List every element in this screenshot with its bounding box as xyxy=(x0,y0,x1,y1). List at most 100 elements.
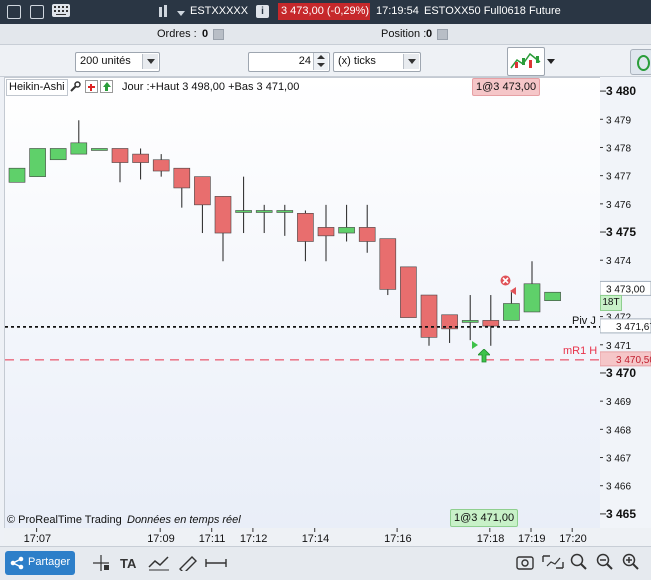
bars-count-badge: 18T xyxy=(600,295,622,311)
instrument-bars-icon[interactable] xyxy=(158,5,170,19)
chart-type-dropdown[interactable] xyxy=(545,53,557,71)
price-tick-label: 3 476 xyxy=(606,200,631,211)
text-tool-icon[interactable]: TA xyxy=(120,555,140,571)
candle-body xyxy=(132,153,149,163)
units-select-value: 200 unités xyxy=(80,55,131,67)
orders-value: 0 xyxy=(202,28,209,40)
order-toolbar: 200 unités 24 (x) ticks xyxy=(0,45,651,77)
candle-body xyxy=(544,291,561,301)
price-chart[interactable]: Heikin-Ashi Jour :+Haut 3 498,00 +Bas 3 … xyxy=(4,77,602,530)
time-tick-label: 17:07 xyxy=(24,533,52,545)
arrow-up-icon[interactable] xyxy=(100,80,113,93)
price-tick-label: 3 479 xyxy=(606,115,631,126)
spacing-icon[interactable] xyxy=(205,555,227,571)
time-tick-label: 17:20 xyxy=(559,533,587,545)
ticks-unit-select[interactable]: (x) ticks xyxy=(333,52,421,72)
restore-icon[interactable] xyxy=(30,5,44,19)
candle-body xyxy=(523,283,541,313)
window-icon[interactable] xyxy=(7,5,21,19)
chart-type-button[interactable] xyxy=(507,47,545,76)
candle-body xyxy=(111,148,129,163)
instrument-name[interactable]: ESTXXXXX xyxy=(190,5,248,17)
price-tick-label: 3 468 xyxy=(606,425,631,436)
time-tick-label: 17:11 xyxy=(199,533,226,545)
time-scale-axis: 17:07 17:09 17:11 17:12 17:14 17:16 17:18 17:19… xyxy=(24,528,587,545)
wrench-icon[interactable] xyxy=(69,81,81,93)
candle-body xyxy=(379,238,397,290)
chart-style-box[interactable]: Heikin-Ashi xyxy=(6,79,68,96)
ticks-unit-value: (x) ticks xyxy=(338,55,376,67)
candle-body xyxy=(338,227,355,234)
pivot-price-label: 3 471,67 xyxy=(616,322,651,333)
units-select[interactable]: 200 unités xyxy=(75,52,160,72)
time-tick-label: 17:12 xyxy=(240,533,268,545)
candle-body xyxy=(420,294,438,338)
clock-time: 17:19:54 xyxy=(376,5,419,17)
price-tick-label: 3 469 xyxy=(606,397,631,408)
orders-close-icon[interactable] xyxy=(213,29,224,40)
price-tick-label: 3 477 xyxy=(606,172,631,183)
sell-order-label[interactable]: 1@3 473,00 xyxy=(472,78,541,96)
price-tick-label: 3 475 xyxy=(606,225,636,239)
price-tick-label: 3 466 xyxy=(606,482,631,493)
keyboard-icon[interactable] xyxy=(52,4,70,17)
crosshair-icon[interactable] xyxy=(92,555,110,571)
app-logo-icon[interactable] xyxy=(630,49,651,75)
chevron-down-icon[interactable] xyxy=(142,54,158,69)
title-bar: ESTXXXXX i 3 473,00 (-0,29%) 17:19:54 ES… xyxy=(0,0,651,24)
info-icon[interactable]: i xyxy=(256,5,269,18)
time-tick-label: 17:14 xyxy=(302,533,330,545)
price-tick-label: 3 474 xyxy=(606,256,631,267)
candlestick-chart[interactable] xyxy=(5,78,601,529)
share-label: Partager xyxy=(28,556,71,568)
stepper-arrows-icon[interactable] xyxy=(313,53,328,70)
chevron-down-icon[interactable] xyxy=(403,54,419,69)
zoom-in-icon[interactable] xyxy=(622,553,640,571)
buy-order-label[interactable]: 1@3 471,00 xyxy=(450,509,519,527)
contract-name: ESTOXX50 Full0618 Future xyxy=(424,5,561,17)
price-tick-label: 3 478 xyxy=(606,143,631,154)
time-tick-label: 17:16 xyxy=(384,533,412,545)
order-info-bar: Ordres : 0 Position : 0 xyxy=(0,24,651,45)
candle-body xyxy=(461,320,479,323)
buy-arrow-icon[interactable] xyxy=(477,348,491,363)
candle-body xyxy=(29,148,46,177)
small-green-arrow-icon xyxy=(472,340,478,349)
copyright-text: © ProRealTime Trading xyxy=(7,514,122,526)
time-tick-label: 17:09 xyxy=(147,533,175,545)
drawing-tools-icon[interactable] xyxy=(178,555,198,571)
candle-body xyxy=(235,210,252,213)
share-button[interactable]: Partager xyxy=(5,551,75,575)
ticks-stepper[interactable]: 24 xyxy=(248,52,330,72)
add-indicator-icon[interactable] xyxy=(85,80,98,93)
candle-body xyxy=(482,320,500,327)
candle-body xyxy=(91,148,108,151)
ticks-stepper-value: 24 xyxy=(298,55,311,67)
bottom-toolbar: Partager TA xyxy=(0,546,651,580)
price-change-badge: 3 473,00 (-0,29%) xyxy=(278,3,370,20)
day-high-low: Jour :+Haut 3 498,00 +Bas 3 471,00 xyxy=(122,81,300,93)
price-tick-label: 3 465 xyxy=(606,507,636,521)
chevron-down-icon[interactable] xyxy=(177,11,185,16)
camera-icon[interactable] xyxy=(516,553,534,571)
small-red-arrow-icon xyxy=(510,286,516,295)
zoom-out-icon[interactable] xyxy=(596,553,614,571)
chart-style-label: Heikin-Ashi xyxy=(9,81,65,93)
candle-body xyxy=(70,142,88,155)
candle-body xyxy=(194,176,211,206)
candle-body xyxy=(400,266,417,318)
candle-body xyxy=(358,227,376,242)
close-marker-icon[interactable] xyxy=(500,275,511,286)
indicators-icon[interactable] xyxy=(148,555,170,571)
price-scale[interactable]: 3 480 3 479 3 478 3 477 3 476 3 475 3 474 3 473… xyxy=(599,77,651,528)
time-tick-label: 17:19 xyxy=(518,533,546,545)
auto-scale-icon[interactable] xyxy=(542,553,564,571)
price-tick-label: 3 470 xyxy=(606,366,636,380)
candle-body xyxy=(8,167,26,183)
zoom-reset-icon[interactable] xyxy=(570,553,588,571)
candlestick-chart-icon xyxy=(510,52,541,69)
price-tick-label: 3 467 xyxy=(606,454,631,465)
time-scale[interactable]: 17:07 17:09 17:11 17:12 17:14 17:16 17:18 17:19… xyxy=(4,528,651,546)
pivot-label: Piv J xyxy=(572,315,596,327)
position-close-icon[interactable] xyxy=(437,29,448,40)
